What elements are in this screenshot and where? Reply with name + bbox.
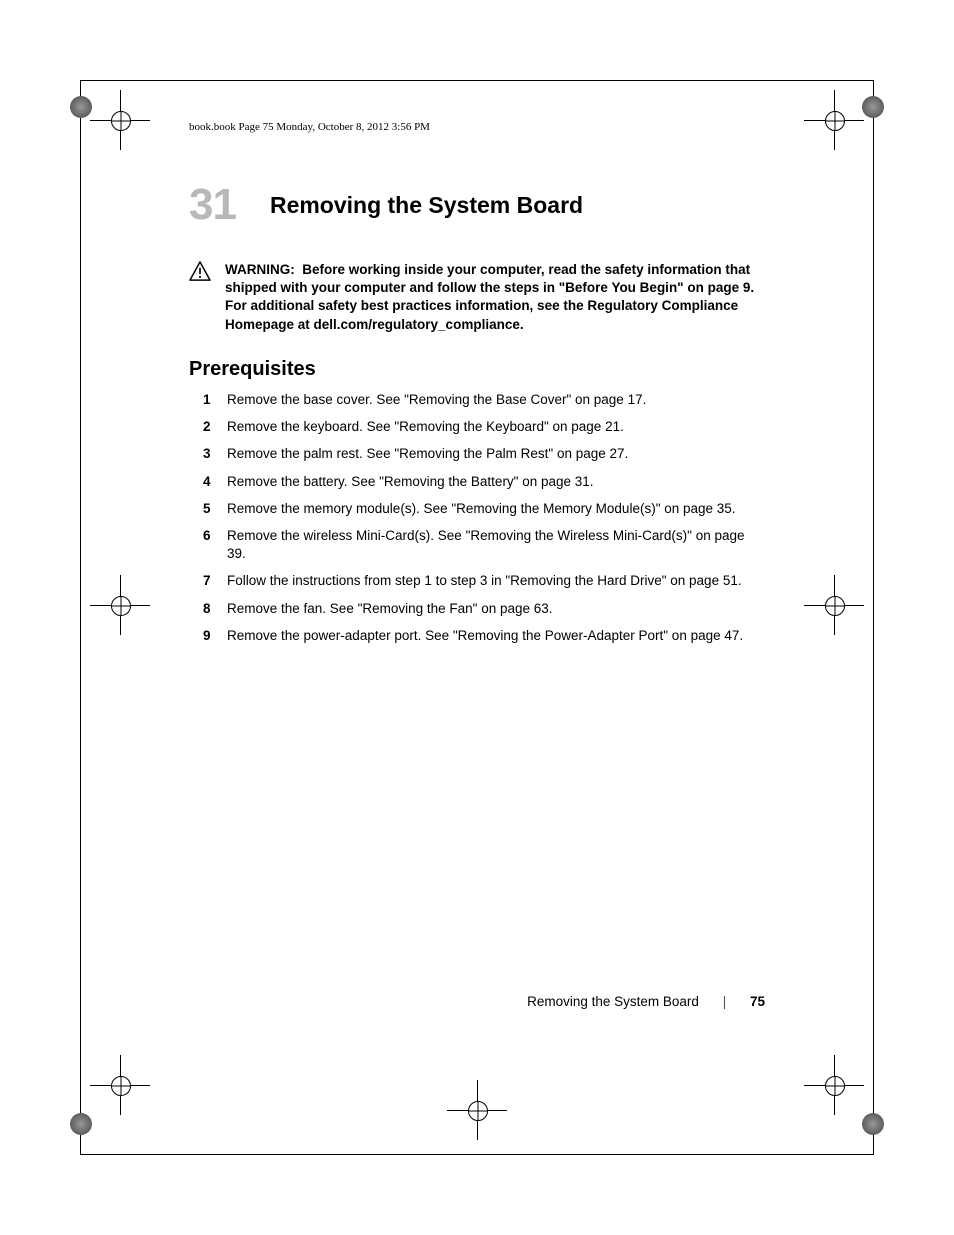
list-item: Follow the instructions from step 1 to s…	[189, 572, 765, 590]
registration-disk-icon	[862, 96, 884, 118]
list-item: Remove the fan. See "Removing the Fan" o…	[189, 600, 765, 618]
crop-mark-icon	[804, 90, 864, 150]
warning-body: Before working inside your computer, rea…	[225, 262, 754, 332]
warning-block: WARNING: Before working inside your comp…	[189, 261, 765, 334]
crop-mark-icon	[90, 1055, 150, 1115]
crop-mark-icon	[447, 1080, 507, 1140]
registration-disk-icon	[862, 1113, 884, 1135]
page-footer: Removing the System Board | 75	[81, 994, 765, 1009]
section-heading-prerequisites: Prerequisites	[189, 358, 765, 381]
registration-disk-icon	[70, 1113, 92, 1135]
footer-page-number: 75	[750, 994, 765, 1009]
footer-separator: |	[723, 994, 727, 1009]
registration-disk-icon	[70, 96, 92, 118]
prerequisite-list: Remove the base cover. See "Removing the…	[189, 391, 765, 645]
list-item: Remove the battery. See "Removing the Ba…	[189, 473, 765, 491]
running-header: book.book Page 75 Monday, October 8, 201…	[189, 121, 765, 133]
list-item: Remove the base cover. See "Removing the…	[189, 391, 765, 409]
warning-text: WARNING: Before working inside your comp…	[225, 261, 765, 334]
footer-title: Removing the System Board	[527, 994, 699, 1009]
list-item: Remove the power-adapter port. See "Remo…	[189, 627, 765, 645]
list-item: Remove the wireless Mini-Card(s). See "R…	[189, 527, 765, 563]
crop-mark-icon	[90, 90, 150, 150]
content-area: book.book Page 75 Monday, October 8, 201…	[189, 121, 765, 1114]
crop-mark-icon	[804, 1055, 864, 1115]
list-item: Remove the memory module(s). See "Removi…	[189, 500, 765, 518]
list-item: Remove the palm rest. See "Removing the …	[189, 445, 765, 463]
list-item: Remove the keyboard. See "Removing the K…	[189, 418, 765, 436]
warning-label: WARNING:	[225, 262, 295, 277]
chapter-number: 31	[189, 183, 236, 227]
warning-icon	[189, 261, 219, 334]
page-frame: book.book Page 75 Monday, October 8, 201…	[80, 80, 874, 1155]
chapter-header: 31 Removing the System Board	[189, 183, 765, 227]
crop-mark-icon	[804, 575, 864, 635]
crop-mark-icon	[90, 575, 150, 635]
chapter-title: Removing the System Board	[270, 192, 583, 219]
